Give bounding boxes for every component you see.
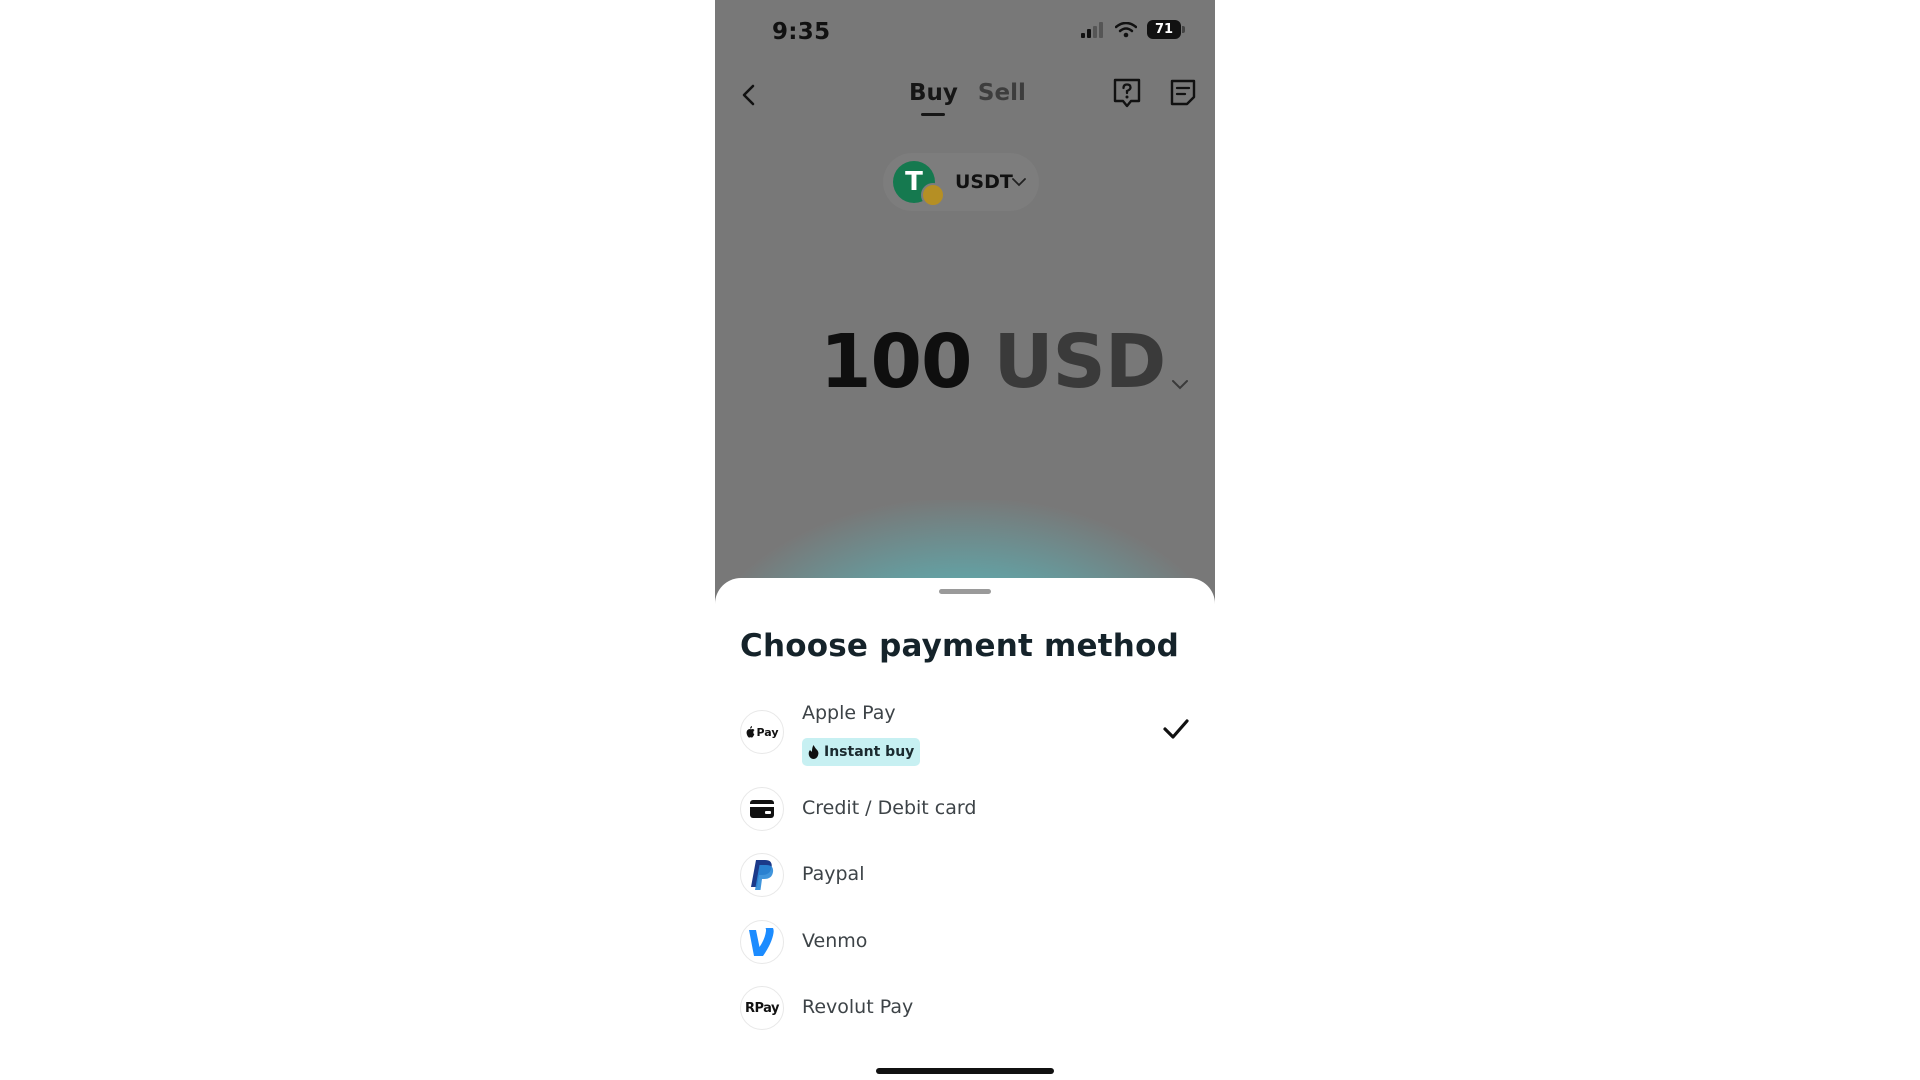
paypal-logo-icon (751, 860, 774, 890)
status-icons: 71 (1081, 20, 1185, 39)
tab-sell[interactable]: Sell (978, 80, 1026, 116)
asset-selector[interactable]: T USDT (883, 153, 1039, 211)
orders-button[interactable] (1167, 76, 1199, 110)
payment-option-venmo[interactable]: Venmo (740, 916, 1190, 972)
payment-option-label: Apple Pay (802, 702, 896, 724)
asset-symbol: USDT (955, 171, 1013, 193)
back-button[interactable] (733, 78, 767, 112)
currency-chevron-down-icon[interactable] (1171, 377, 1189, 391)
checkmark-icon (1163, 719, 1189, 739)
chevron-down-icon (1012, 178, 1026, 187)
sheet-drag-handle[interactable] (939, 589, 991, 594)
help-icon (1113, 78, 1141, 108)
amount-display: 100 USD (820, 315, 1189, 405)
top-nav: Buy Sell (715, 70, 1215, 130)
paypal-icon (740, 853, 784, 897)
payment-option-credit-debit-card[interactable]: Credit / Debit card (740, 783, 1190, 839)
payment-method-sheet: Choose payment method Pay Apple Pay Inst… (715, 578, 1215, 1080)
payment-option-label: Revolut Pay (802, 996, 914, 1018)
revolut-pay-icon: RPay (740, 986, 784, 1030)
venmo-logo-icon (749, 928, 774, 956)
card-icon (740, 787, 784, 831)
orders-icon (1170, 79, 1196, 106)
payment-option-revolut-pay[interactable]: RPay Revolut Pay (740, 982, 1190, 1038)
payment-option-label: Venmo (802, 930, 868, 952)
payment-option-paypal[interactable]: Paypal (740, 849, 1190, 905)
sheet-title: Choose payment method (740, 628, 1179, 664)
apple-logo-icon (747, 726, 755, 738)
instant-buy-badge: Instant buy (802, 738, 921, 766)
status-bar: 9:35 71 (715, 0, 1215, 66)
flame-icon (808, 745, 819, 759)
signal-icon (1081, 21, 1103, 38)
home-indicator[interactable] (876, 1068, 1054, 1074)
revolut-pay-icon-text: RPay (744, 1000, 780, 1016)
help-button[interactable] (1111, 76, 1143, 110)
buy-sell-tabs: Buy Sell (909, 80, 1026, 116)
wifi-icon (1115, 21, 1137, 37)
status-time: 9:35 (772, 19, 831, 45)
tab-buy[interactable]: Buy (909, 80, 958, 116)
chevron-left-icon (742, 84, 755, 106)
venmo-icon (740, 920, 784, 964)
apple-pay-icon: Pay (740, 710, 784, 754)
battery-indicator: 71 (1147, 20, 1185, 39)
credit-card-icon (750, 800, 774, 818)
payment-option-label: Credit / Debit card (802, 797, 977, 819)
instant-buy-label: Instant buy (824, 744, 915, 760)
amount-value: 100 (820, 319, 972, 405)
network-badge-icon (921, 183, 945, 207)
phone-screen: 9:35 71 Buy Sell T USDT 100 USD Choose p… (715, 0, 1215, 1080)
amount-currency[interactable]: USD (993, 319, 1166, 405)
apple-pay-icon-text: Pay (756, 725, 779, 739)
payment-option-label: Paypal (802, 863, 865, 885)
payment-option-apple-pay[interactable]: Pay Apple Pay Instant buy (740, 702, 1190, 772)
